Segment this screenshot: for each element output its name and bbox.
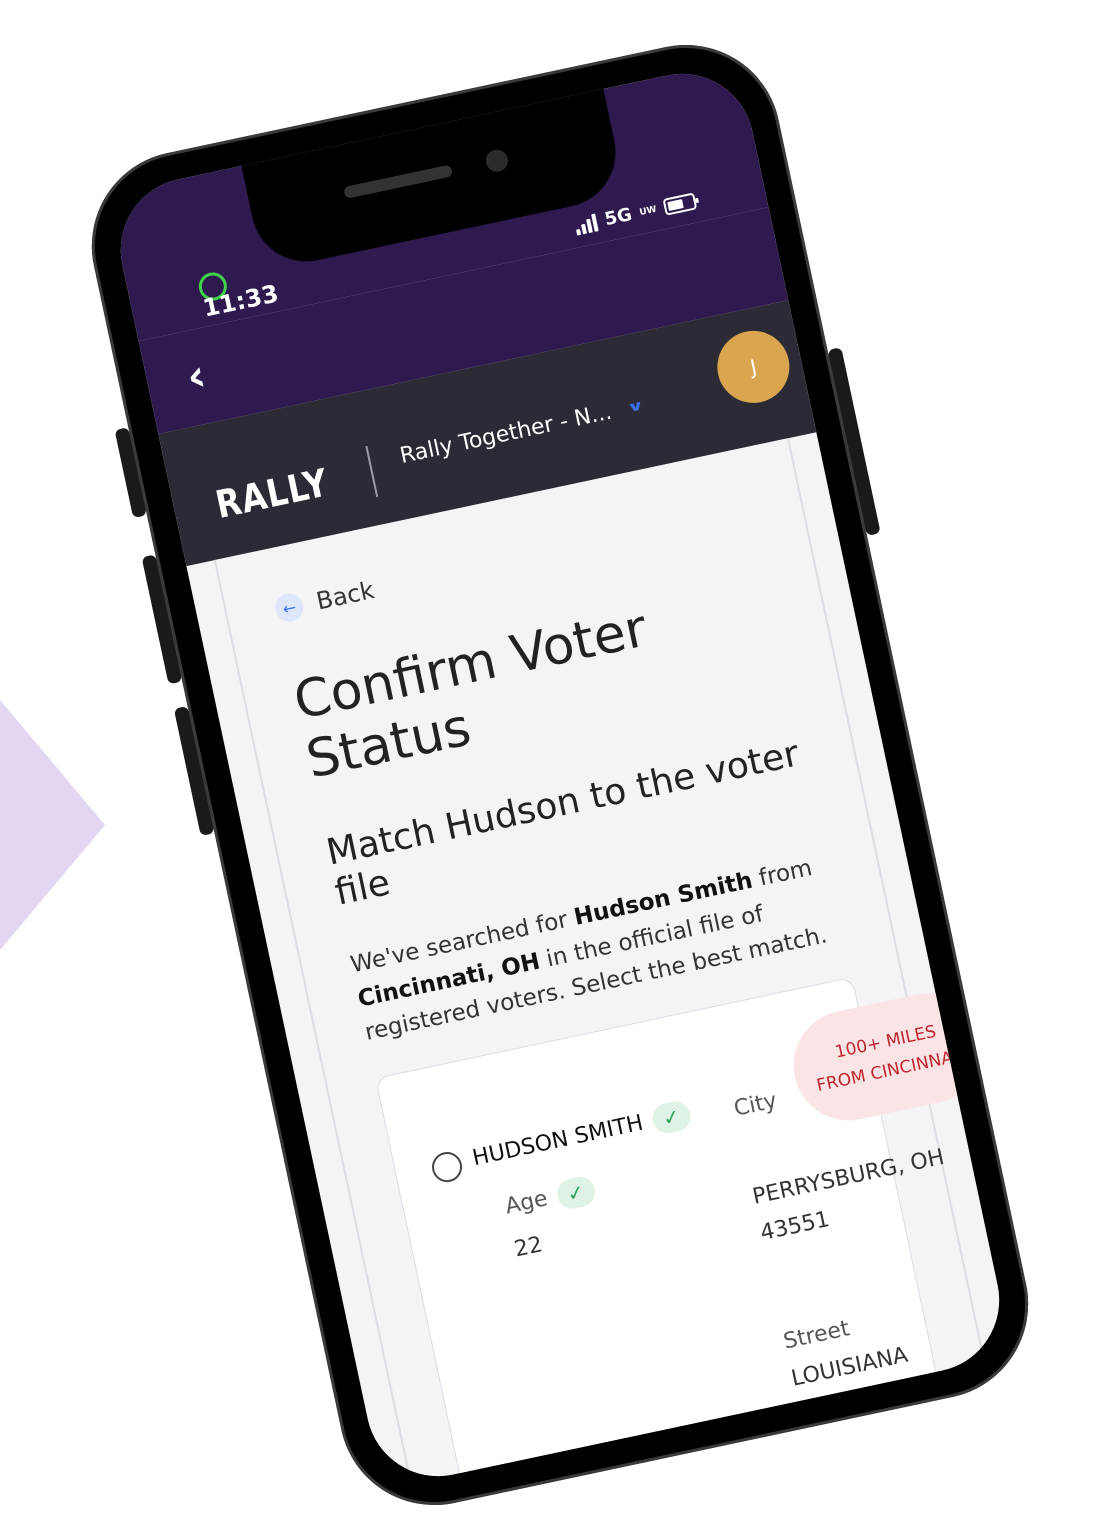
chevron-left-icon[interactable]: ‹ [182,350,210,404]
city-value: PERRYSBURG, OH 43551 [750,1144,947,1246]
chevron-down-icon[interactable]: ∨ [803,339,824,357]
organization-name: Rally Together - N... [397,399,614,469]
organization-selector[interactable]: Rally Together - N... ∨ [398,393,647,469]
match-radio-button[interactable] [429,1148,465,1185]
voter-name-text: HUDSON SMITH [470,1110,646,1172]
header-divider [365,445,379,498]
front-camera [483,147,510,174]
city-label: City [731,1087,780,1122]
distance-warning-badge: 100+ MILES FROM CINCINNATI [783,982,995,1131]
signal-icon [574,212,600,236]
age-value: 22 [512,1231,545,1263]
check-icon: ✓ [649,1098,693,1136]
network-sub-label: UW [638,204,658,218]
main-content: ← Back Confirm Voter Status Match Hudson… [213,438,995,1490]
phone-frame: 11:33 5G UW ‹ RALLY Rally Together - N..… [74,27,1046,1523]
back-label: Back [313,575,377,616]
arrow-left-icon: ← [272,591,306,625]
phone-notch [239,79,626,272]
phone-mockup: 11:33 5G UW ‹ RALLY Rally Together - N..… [74,27,1046,1523]
battery-icon [662,192,698,216]
voter-match-card[interactable]: HUDSON SMITH ✓ Age ✓ 22 City 100+ MILES … [374,976,995,1490]
age-label: Age ✓ [503,1173,598,1222]
age-label-text: Age [503,1186,550,1220]
distance-warning-text: 100+ MILES FROM CINCINNATI [814,1021,969,1096]
description-text-2: from [749,854,815,894]
street-label: Street [781,1315,852,1355]
voter-name: HUDSON SMITH ✓ [470,1098,693,1173]
network-label: 5G [602,204,634,231]
avatar[interactable]: J [710,324,797,410]
phone-screen: 11:33 5G UW ‹ RALLY Rally Together - N..… [107,60,1013,1490]
speaker-grille [343,164,454,199]
rally-logo: RALLY [211,460,333,528]
check-icon: ✓ [553,1173,598,1211]
avatar-initial: J [747,354,759,380]
chevron-down-icon: ∨ [625,397,647,416]
decorative-triangle [0,700,105,950]
